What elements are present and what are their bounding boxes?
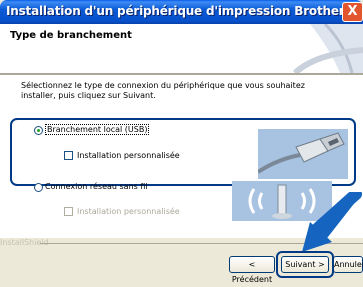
back-button[interactable]: < Précédent (229, 256, 275, 284)
window-title: Installation d'un périphérique d'impress… (6, 4, 345, 18)
close-button[interactable]: X (342, 2, 363, 22)
instruction-text: Sélectionnez le type de connexion du pér… (21, 81, 305, 100)
close-icon: X (347, 4, 358, 19)
wireless-connection-label[interactable]: Connexion réseau sans fil (45, 182, 148, 191)
usb-custom-install-checkbox[interactable] (64, 151, 73, 160)
usb-custom-install-label[interactable]: Installation personnalisée (77, 151, 180, 160)
header-decoration-icon (292, 24, 363, 73)
usb-cable-icon (258, 129, 348, 179)
pointer-arrow-icon (302, 192, 362, 252)
usb-connection-label[interactable]: Branchement local (USB) (45, 124, 150, 135)
title-bar[interactable]: Installation d'un périphérique d'impress… (0, 0, 363, 24)
page-title: Type de branchement (10, 30, 132, 41)
wireless-connection-radio[interactable] (34, 183, 43, 192)
wireless-custom-install-checkbox[interactable] (64, 207, 73, 216)
wireless-custom-install-label: Installation personnalisée (77, 207, 180, 216)
next-button[interactable]: Suivant > (281, 256, 329, 273)
cancel-button[interactable]: Annuler (333, 256, 363, 273)
usb-connection-radio[interactable] (34, 126, 43, 135)
wizard-header: Type de branchement (0, 24, 363, 73)
